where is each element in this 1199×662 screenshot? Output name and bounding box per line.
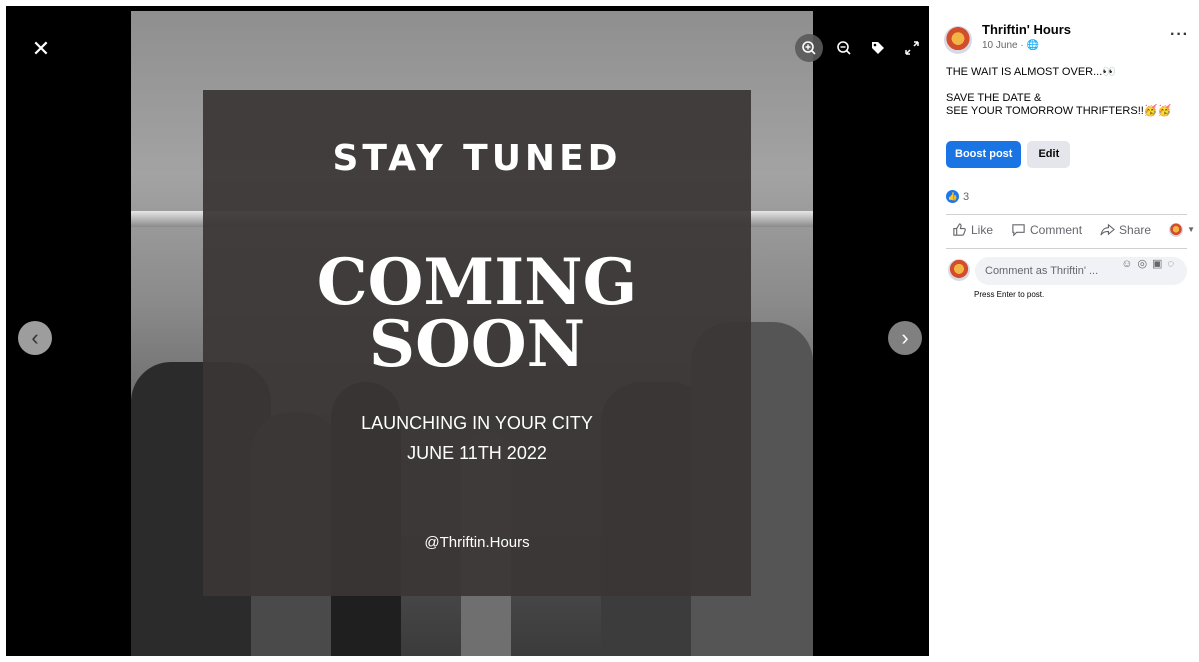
post-meta: 10 June · 🌐 xyxy=(982,40,1039,51)
handle-text: @Thriftin.Hours xyxy=(424,534,530,551)
divider xyxy=(946,248,1187,249)
gif-icon[interactable]: ▣ xyxy=(1152,258,1167,270)
subline-launch: LAUNCHING IN YOUR CITY xyxy=(361,413,593,433)
viewer-toolbar xyxy=(795,34,926,62)
like-button[interactable]: Like xyxy=(952,222,993,237)
like-label: Like xyxy=(971,222,994,237)
selector-avatar xyxy=(1169,222,1184,237)
reaction-count: 3 xyxy=(963,190,970,203)
share-icon xyxy=(1100,223,1115,236)
share-label: Share xyxy=(1119,222,1152,237)
edit-button[interactable]: Edit xyxy=(1027,141,1071,168)
post-text-line: THE WAIT IS ALMOST OVER...👀 xyxy=(946,66,1116,78)
sticker-icon[interactable]: ◌ xyxy=(1167,258,1179,270)
zoom-out-icon[interactable] xyxy=(830,34,858,62)
post-text-line xyxy=(946,79,1189,92)
next-photo-button[interactable]: › xyxy=(888,321,922,355)
post-panel: Thriftin' Hours 10 June · 🌐 ··· THE WAIT… xyxy=(935,0,1199,662)
comment-composer: Comment as Thriftin' ... ☺◎▣◌ xyxy=(946,257,1187,285)
post-photo: STAY TUNED COMING SOON LAUNCHING IN YOUR… xyxy=(131,11,813,656)
photo-viewer: ✕ STAY TUNED COMING SOON LAUNCHING IN YO… xyxy=(0,0,935,662)
like-reaction-icon: 👍 xyxy=(946,190,959,203)
title-line-2: SOON xyxy=(368,307,586,382)
share-button[interactable]: Share xyxy=(1100,222,1151,237)
thumbs-up-icon xyxy=(953,223,966,236)
camera-icon[interactable]: ◎ xyxy=(1137,258,1152,270)
caret-down-icon: ▼ xyxy=(1187,225,1195,234)
divider xyxy=(946,214,1187,215)
fullscreen-icon[interactable] xyxy=(898,34,926,62)
title-line-1: COMING xyxy=(316,245,638,320)
title: COMING SOON xyxy=(203,245,751,382)
boost-post-button[interactable]: Boost post xyxy=(946,141,1022,168)
chevron-right-icon: › xyxy=(901,325,909,350)
globe-icon: 🌐 xyxy=(1026,40,1039,51)
page-avatar[interactable] xyxy=(944,26,972,54)
reaction-summary[interactable]: 👍 3 xyxy=(946,190,969,203)
comment-label: Comment xyxy=(1030,222,1083,237)
subline-date: JUNE 11TH 2022 xyxy=(407,443,547,463)
post-text: THE WAIT IS ALMOST OVER...👀 SAVE THE DAT… xyxy=(946,66,1189,118)
chevron-left-icon: ‹ xyxy=(31,325,39,350)
post-text-line: SAVE THE DATE & xyxy=(946,92,1042,104)
more-options-icon[interactable]: ··· xyxy=(1170,26,1189,44)
comment-tools: ☺◎▣◌ xyxy=(1121,257,1179,270)
post-action-buttons: Boost post Edit xyxy=(946,141,1071,168)
emoji-icon[interactable]: ☺ xyxy=(1121,258,1137,270)
post-date[interactable]: 10 June · xyxy=(982,40,1026,51)
zoom-in-icon[interactable] xyxy=(795,34,823,62)
close-icon[interactable]: ✕ xyxy=(28,36,54,62)
tag-icon[interactable] xyxy=(864,34,892,62)
press-enter-hint: Press Enter to post. xyxy=(974,290,1045,299)
announcement-overlay: STAY TUNED COMING SOON LAUNCHING IN YOUR… xyxy=(203,90,751,596)
comment-button[interactable]: Comment xyxy=(1011,222,1082,237)
action-bar: Like Comment Share ▼ xyxy=(952,222,1195,237)
react-as-selector[interactable]: ▼ xyxy=(1169,222,1195,237)
comment-icon xyxy=(1012,224,1025,237)
headline: STAY TUNED xyxy=(332,138,622,179)
previous-photo-button[interactable]: ‹ xyxy=(18,321,52,355)
page-name[interactable]: Thriftin' Hours xyxy=(982,22,1071,37)
post-header: Thriftin' Hours 10 June · 🌐 ··· xyxy=(944,22,1189,54)
post-text-line: SEE YOUR TOMORROW THRIFTERS!!🥳🥳 xyxy=(946,105,1172,117)
commenter-avatar xyxy=(948,259,970,281)
